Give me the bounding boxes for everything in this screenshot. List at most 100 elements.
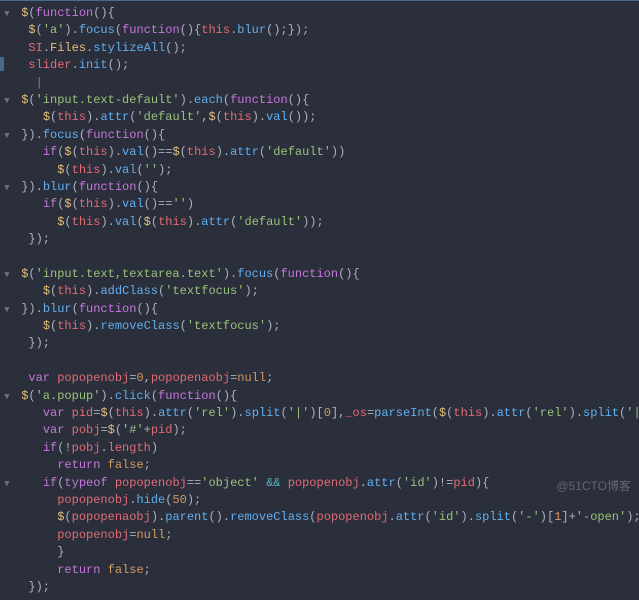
code-token: ( (223, 93, 230, 107)
code-token: ). (108, 197, 122, 211)
code-line[interactable] (0, 353, 639, 370)
code-token: function (36, 6, 94, 20)
code-line[interactable]: }); (0, 231, 639, 248)
code-token: this (72, 215, 101, 229)
code-line[interactable]: if($(this).val()==$(this).attr('default'… (0, 144, 639, 161)
code-token: 'id' (403, 476, 432, 490)
code-line[interactable]: $('a').focus(function(){this.blur();}); (0, 22, 639, 39)
code-token: ( (151, 389, 158, 403)
code-token: ). (86, 110, 100, 124)
code-line[interactable]: ▼ $('input.text-default').each(function(… (0, 92, 639, 109)
code-line[interactable]: ▼ $('input.text,textarea.text').focus(fu… (0, 266, 639, 283)
gutter-space (0, 405, 14, 422)
code-token: blur (43, 302, 72, 316)
code-token: . (72, 58, 79, 72)
code-token: each (194, 93, 223, 107)
code-line[interactable] (0, 248, 639, 265)
code-line[interactable]: popopenobj.hide(50); (0, 492, 639, 509)
fold-arrow-icon[interactable]: ▼ (0, 5, 14, 22)
code-line[interactable]: if($(this).val()=='') (0, 196, 639, 213)
fold-arrow-icon[interactable]: ▼ (0, 266, 14, 283)
code-token: ( (396, 476, 403, 490)
code-token: ( (180, 145, 187, 159)
gutter-space (0, 40, 14, 57)
code-token: }). (21, 302, 43, 316)
code-token: popopenobj (115, 476, 187, 490)
code-token: val (122, 197, 144, 211)
code-line[interactable]: var popopenobj=0,popopenaobj=null; (0, 370, 639, 387)
code-token: ]+ (561, 510, 575, 524)
fold-arrow-icon[interactable]: ▼ (0, 179, 14, 196)
code-line[interactable]: }); (0, 579, 639, 596)
code-line[interactable]: $(popopenaobj).parent().removeClass(popo… (0, 509, 639, 526)
fold-arrow-icon[interactable]: ▼ (0, 388, 14, 405)
code-token: $ (28, 23, 35, 37)
code-token: 0 (324, 406, 331, 420)
code-line[interactable]: popopenobj=null; (0, 527, 639, 544)
code-token: }); (28, 336, 50, 350)
editor-cursor-mark (0, 57, 4, 71)
code-token: . (389, 510, 396, 524)
code-line[interactable]: $(this).removeClass('textfocus'); (0, 318, 639, 335)
code-token: )[ (540, 510, 554, 524)
code-line[interactable]: var pid=$(this).attr('rel').split('|')[0… (0, 405, 639, 422)
code-line[interactable]: ▼ $('a.popup').click(function(){ (0, 388, 639, 405)
code-line[interactable]: return false; (0, 562, 639, 579)
code-line[interactable]: SI.Files.stylizeAll(); (0, 40, 639, 57)
code-line[interactable]: ▼ if(typeof popopenobj=='object' && popo… (0, 475, 639, 492)
code-line[interactable]: ▼ }).blur(function(){ (0, 179, 639, 196)
code-line[interactable]: | (0, 75, 639, 92)
code-line[interactable]: $(this).val(''); (0, 162, 639, 179)
code-token (28, 476, 42, 490)
code-token: 'textfocus' (165, 284, 244, 298)
code-token: ( (108, 406, 115, 420)
gutter-space (0, 214, 14, 231)
code-token: pid (151, 423, 173, 437)
code-token: null (237, 371, 266, 385)
code-token: pid (453, 476, 475, 490)
code-token: 'input.text-default' (36, 93, 180, 107)
code-line[interactable]: $(this).addClass('textfocus'); (0, 283, 639, 300)
code-token: $ (64, 145, 71, 159)
fold-arrow-icon[interactable]: ▼ (0, 301, 14, 318)
code-line[interactable]: $(this).attr('default',$(this).val()); (0, 109, 639, 126)
code-line[interactable]: var pobj=$('#'+pid); (0, 422, 639, 439)
code-token: ). (216, 145, 230, 159)
code-token: ( (136, 163, 143, 177)
code-token: )) (331, 145, 345, 159)
code-line[interactable]: if(!pobj.length) (0, 440, 639, 457)
fold-arrow-icon[interactable]: ▼ (0, 92, 14, 109)
code-line[interactable]: ▼ $(function(){ (0, 5, 639, 22)
code-line[interactable]: }); (0, 335, 639, 352)
code-token: 'rel' (194, 406, 230, 420)
code-token: focus (237, 267, 273, 281)
code-token (28, 319, 42, 333)
gutter-space (0, 509, 14, 526)
code-editor[interactable]: ▼ $(function(){ $('a').focus(function(){… (0, 1, 639, 600)
code-token: parent (165, 510, 208, 524)
code-line[interactable]: $(this).val($(this).attr('default')); (0, 214, 639, 231)
code-line[interactable]: ▼ }).focus(function(){ (0, 127, 639, 144)
code-token: }). (21, 180, 43, 194)
code-token: this (115, 406, 144, 420)
fold-arrow-icon[interactable]: ▼ (0, 475, 14, 492)
code-token: ) (187, 197, 194, 211)
code-line[interactable]: slider.init(); (0, 57, 639, 74)
code-line[interactable]: return false; (0, 457, 639, 474)
code-token: return (57, 458, 107, 472)
code-token (28, 563, 57, 577)
code-token: val (122, 145, 144, 159)
code-token: $ (43, 110, 50, 124)
gutter-space (0, 196, 14, 213)
code-token: addClass (100, 284, 158, 298)
code-token: if (43, 476, 57, 490)
fold-arrow-icon[interactable]: ▼ (0, 127, 14, 144)
gutter-space (0, 457, 14, 474)
code-token: (). (208, 510, 230, 524)
code-token: }); (28, 580, 50, 594)
code-line[interactable]: ▼ }).blur(function(){ (0, 301, 639, 318)
code-line[interactable]: } (0, 544, 639, 561)
code-token: attr (497, 406, 526, 420)
code-token: function (158, 389, 216, 403)
code-token: ( (115, 23, 122, 37)
